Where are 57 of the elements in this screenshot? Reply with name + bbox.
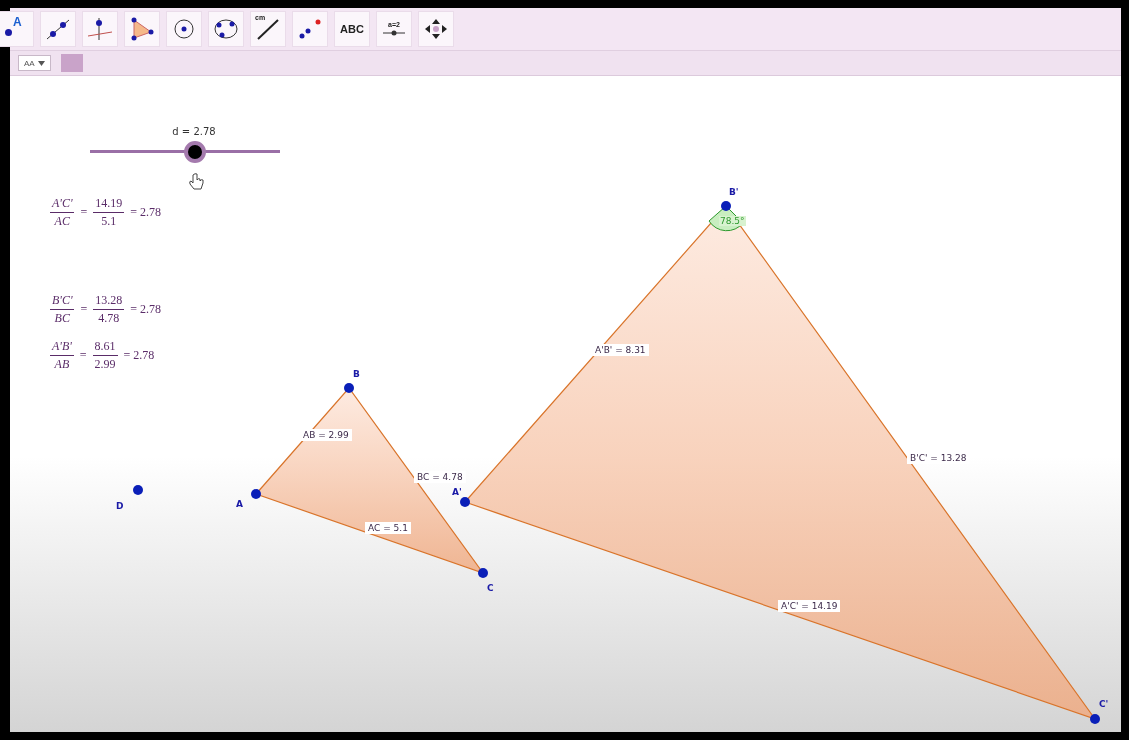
polygon-tool-icon (129, 17, 155, 41)
text-tool[interactable]: ABC (334, 11, 370, 47)
caret-icon (37, 60, 45, 66)
perpendicular-tool[interactable] (82, 11, 118, 47)
line-tool-icon (45, 17, 71, 41)
hand-cursor-icon (188, 173, 204, 191)
line-tool[interactable] (40, 11, 76, 47)
move-view-icon (423, 17, 449, 41)
point-label: D (116, 501, 124, 511)
segment-length-label: A'C' = 14.19 (778, 600, 841, 612)
slider-label: d = 2.78 (172, 126, 216, 137)
segment-length-label: A'B' = 8.31 (592, 344, 649, 356)
color-swatch[interactable] (60, 54, 83, 72)
move-view-tool[interactable] (418, 11, 454, 47)
point-label: B' (729, 187, 739, 197)
fraction-denominator: BC (53, 310, 71, 326)
point-label: C (487, 583, 494, 593)
circle-tool[interactable] (166, 11, 202, 47)
circle-tool[interactable] (208, 11, 244, 47)
point-tool[interactable]: A (0, 11, 34, 47)
fraction-denominator: AB (53, 356, 71, 372)
formula-text: = 2.78 (130, 205, 162, 220)
tool-label: A (13, 15, 22, 29)
point-label: A' (452, 487, 462, 497)
formula-text: = (80, 205, 88, 220)
point-label: A (236, 499, 243, 509)
point-label: B (353, 369, 360, 379)
formula-text: = (79, 348, 87, 363)
formula-text: = (80, 302, 88, 317)
circle-through-points-icon (213, 17, 239, 41)
font-size-dropdown[interactable]: AA (18, 55, 51, 71)
fraction-numerator: B'C' (50, 293, 75, 310)
fraction-numerator: 14.19 (93, 196, 125, 213)
fraction-numerator: 8.61 (92, 339, 118, 356)
point-tool-icon (5, 29, 12, 36)
perpendicular-lines-icon (87, 17, 113, 41)
angle-label: 78.5° (719, 216, 746, 226)
measure-line-icon (255, 17, 281, 41)
segment-length-label: AB = 2.99 (300, 429, 352, 441)
reflect-points-icon (297, 17, 323, 41)
segment-length-label: AC = 5.1 (365, 522, 411, 534)
fraction-denominator: 5.1 (100, 213, 118, 229)
fraction-denominator: AC (53, 213, 71, 229)
polygon-tool[interactable] (124, 11, 160, 47)
formula-text: = 2.78 (130, 302, 162, 317)
fraction-numerator: A'C' (50, 196, 75, 213)
fraction-numerator: 13.28 (93, 293, 125, 310)
circle-tool-icon (171, 17, 197, 41)
slider-thumb[interactable] (183, 141, 206, 163)
tool-label: ABC (340, 23, 364, 35)
formula-text: = 2.78 (123, 348, 155, 363)
fraction-denominator: 4.78 (97, 310, 121, 326)
fraction-denominator: 2.99 (93, 356, 117, 372)
segment-length-label: BC = 4.78 (414, 471, 466, 483)
fraction-numerator: A'B' (50, 339, 74, 356)
point-label: C' (1099, 699, 1109, 709)
reflect-tool[interactable] (292, 11, 328, 47)
